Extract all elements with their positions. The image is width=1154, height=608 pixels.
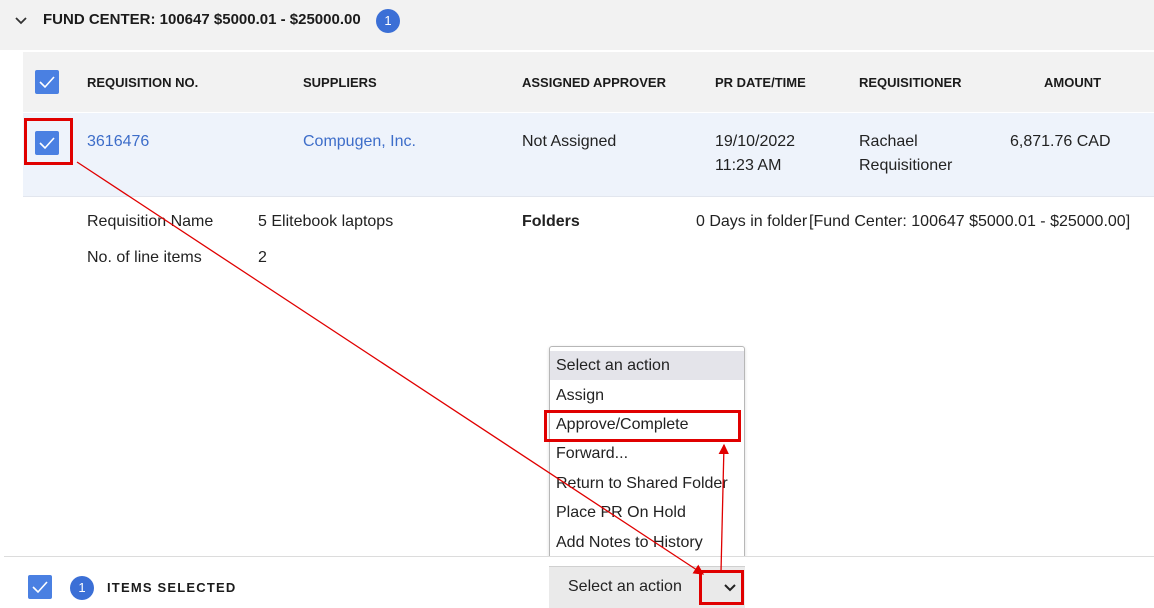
option-assign[interactable]: Assign [550, 381, 744, 410]
requisition-name-label: Requisition Name [87, 213, 214, 230]
items-selected-label: ITEMS SELECTED [107, 580, 237, 595]
folders-label: Folders [522, 213, 580, 230]
days-in-folder: 0 Days in folder [696, 213, 808, 230]
chevron-down-icon[interactable] [14, 14, 28, 28]
column-header-requisitioner[interactable]: REQUISITIONER [859, 75, 962, 90]
requisition-number-link[interactable]: 3616476 [87, 130, 149, 154]
option-select-an-action[interactable]: Select an action [550, 351, 744, 380]
option-add-notes-to-history[interactable]: Add Notes to History [550, 528, 744, 557]
assigned-approver: Not Assigned [522, 133, 617, 150]
group-count-badge: 1 [376, 9, 400, 33]
amount: 6,871.76 CAD [1010, 133, 1111, 150]
column-header-suppliers[interactable]: SUPPLIERS [303, 75, 377, 90]
supplier-link[interactable]: Compugen, Inc. [303, 130, 416, 154]
table-header: REQUISITION NO. SUPPLIERS ASSIGNED APPRO… [23, 52, 1154, 112]
option-forward[interactable]: Forward... [550, 439, 744, 468]
pr-date: 19/10/2022 [715, 133, 796, 150]
option-place-pr-on-hold[interactable]: Place PR On Hold [550, 498, 744, 527]
line-items-label: No. of line items [87, 249, 202, 266]
column-header-assigned-approver[interactable]: ASSIGNED APPROVER [522, 75, 666, 90]
action-select-value: Select an action [568, 578, 682, 595]
checkmark-icon [32, 581, 48, 594]
column-header-amount[interactable]: AMOUNT [1044, 75, 1101, 90]
row-checkbox[interactable] [35, 131, 59, 155]
column-header-pr-date-time[interactable]: PR DATE/TIME [715, 75, 806, 90]
chevron-down-icon[interactable] [723, 582, 737, 594]
selected-count-badge: 1 [70, 576, 94, 600]
group-header[interactable]: FUND CENTER: 100647 $5000.01 - $25000.00… [0, 0, 1154, 50]
checkmark-icon [39, 137, 55, 150]
column-header-requisition-no[interactable]: REQUISITION NO. [87, 75, 198, 90]
group-title: FUND CENTER: 100647 $5000.01 - $25000.00 [43, 11, 361, 28]
option-approve-complete[interactable]: Approve/Complete [550, 410, 744, 439]
requisition-name-value: 5 Elitebook laptops [258, 213, 394, 230]
folder-path: [Fund Center: 100647 $5000.01 - $25000.0… [809, 213, 1131, 230]
requisitioner-last-name: Requisitioner [859, 157, 953, 174]
line-items-value: 2 [258, 249, 267, 266]
pr-time: 11:23 AM [715, 157, 782, 174]
action-dropdown-list: Select an action Assign Approve/Complete… [549, 346, 745, 562]
checkmark-icon [39, 76, 55, 89]
table-row[interactable]: 3616476 Compugen, Inc. Not Assigned 19/1… [23, 113, 1154, 197]
option-return-to-shared-folder[interactable]: Return to Shared Folder [550, 469, 744, 498]
footer-select-checkbox[interactable] [28, 575, 52, 599]
select-all-checkbox[interactable] [35, 70, 59, 94]
action-select[interactable]: Select an action [549, 566, 745, 608]
requisitioner-first-name: Rachael [859, 133, 918, 150]
